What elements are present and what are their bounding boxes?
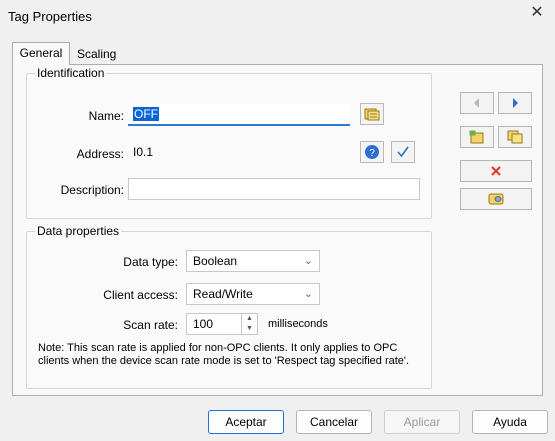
- help-button[interactable]: Ayuda: [472, 410, 548, 434]
- address-input[interactable]: I0.1: [128, 142, 350, 164]
- svg-text:?: ?: [369, 148, 375, 159]
- increment-icon[interactable]: ▲: [242, 314, 257, 324]
- identification-legend: Identification: [35, 66, 107, 80]
- cancel-button[interactable]: Cancelar: [296, 410, 372, 434]
- next-tag-button[interactable]: [498, 92, 532, 114]
- checkmark-icon: [397, 146, 409, 158]
- apply-button[interactable]: Aplicar: [384, 410, 460, 434]
- validate-address-button[interactable]: [391, 141, 415, 163]
- chevron-down-icon: ⌄: [303, 288, 313, 300]
- accept-button[interactable]: Aceptar: [208, 410, 284, 434]
- new-tag-button[interactable]: [460, 126, 494, 148]
- arrow-right-icon: [513, 98, 518, 108]
- copy-tag-button[interactable]: [498, 126, 532, 148]
- browse-tag-icon: [364, 108, 380, 121]
- description-label: Description:: [60, 183, 124, 197]
- address-help-button[interactable]: ?: [360, 141, 384, 163]
- help-icon: ?: [365, 145, 379, 159]
- client-access-value: Read/Write: [193, 287, 253, 301]
- data-type-select[interactable]: Boolean ⌄: [186, 250, 320, 272]
- description-input[interactable]: [128, 178, 420, 200]
- scan-rate-value: 100: [193, 317, 214, 331]
- scan-rate-stepper[interactable]: 100 ▲ ▼: [186, 313, 258, 335]
- window-title: Tag Properties: [8, 9, 92, 24]
- close-icon[interactable]: ✕: [528, 4, 546, 22]
- tab-scaling[interactable]: Scaling: [72, 44, 121, 64]
- copy-tag-icon: [507, 130, 523, 144]
- data-type-label: Data type:: [123, 255, 178, 269]
- name-label: Name:: [88, 109, 124, 123]
- delete-tag-button[interactable]: [460, 160, 532, 182]
- tab-general[interactable]: General: [12, 42, 70, 65]
- arrow-left-icon: [474, 98, 479, 108]
- new-tag-icon: [469, 130, 484, 144]
- scan-rate-note: Note: This scan rate is applied for non-…: [38, 342, 410, 367]
- client-access-select[interactable]: Read/Write ⌄: [186, 283, 320, 305]
- chevron-down-icon: ⌄: [303, 255, 313, 267]
- address-input-value: I0.1: [133, 145, 154, 159]
- scan-rate-label: Scan rate:: [123, 318, 178, 332]
- decrement-icon[interactable]: ▼: [242, 324, 257, 334]
- data-type-value: Boolean: [193, 254, 238, 268]
- scan-rate-unit: milliseconds: [268, 318, 328, 330]
- data-properties-legend: Data properties: [35, 224, 122, 238]
- database-icon: [488, 193, 504, 205]
- name-input-value: OFF: [133, 107, 159, 121]
- previous-tag-button[interactable]: [460, 92, 494, 114]
- browse-button[interactable]: [360, 103, 384, 125]
- delete-icon: [491, 166, 501, 176]
- name-input[interactable]: OFF: [128, 104, 350, 126]
- address-label: Address:: [76, 147, 124, 161]
- import-tags-button[interactable]: [460, 188, 532, 210]
- client-access-label: Client access:: [103, 288, 178, 302]
